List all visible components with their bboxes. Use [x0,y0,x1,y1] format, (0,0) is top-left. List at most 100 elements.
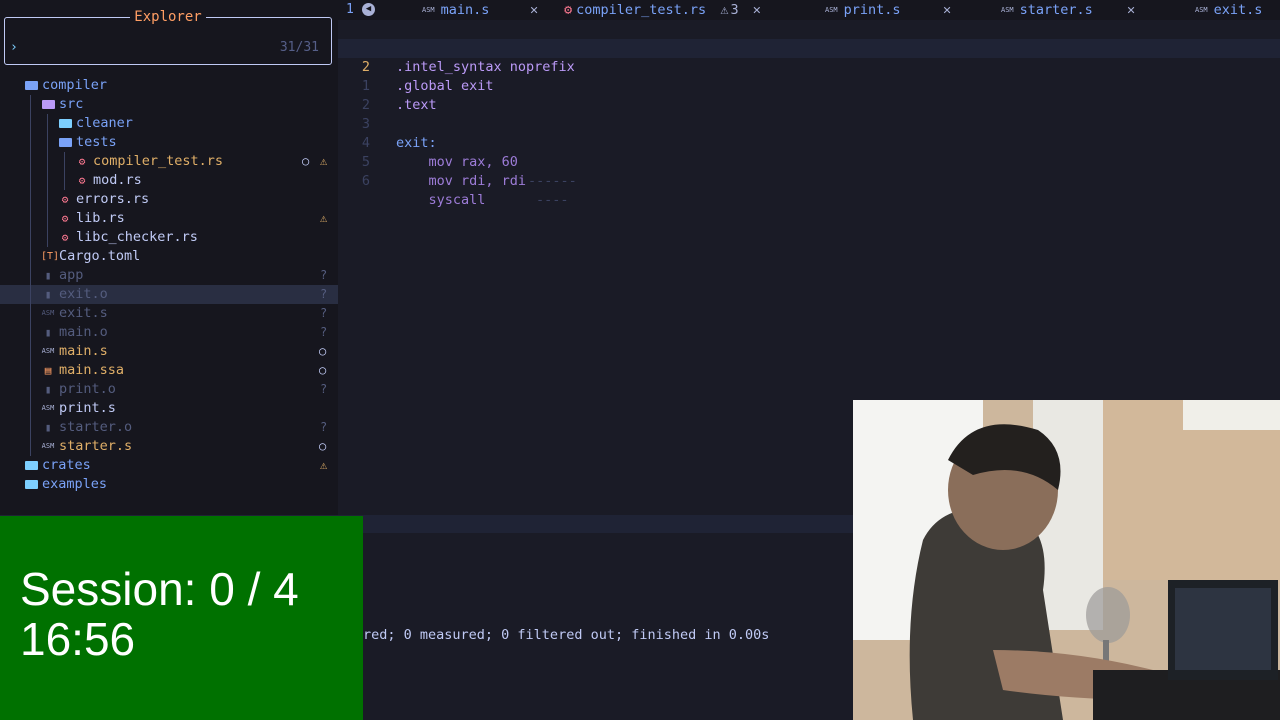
trailing-whitespace-marker: ---- [536,192,569,208]
line-number: 6 [361,173,370,189]
tree-item-compiler-test-rs[interactable]: ⚙ compiler_test.rs ○ ⚠ [0,152,338,171]
folder-open-icon [58,133,72,153]
warning-icon: ⚠ [320,458,328,472]
rust-file-icon: ⚙ [78,155,86,168]
code-text: syscall [396,192,486,208]
code-line[interactable]: 5 mov rdi, rdi ---- [338,134,1280,208]
git-untracked-status: ? [320,325,328,339]
warning-icon: ⚠ [720,2,729,18]
asm-file-icon: ASM [825,6,838,14]
trailing-whitespace-marker: ------ [528,173,577,189]
explorer-search-box[interactable]: Explorer › 31/31 [4,9,332,65]
asm-file-icon: ASM [41,404,55,412]
diagnostic-count: 3 [730,2,739,18]
rust-file-icon: ⚙ [564,2,573,18]
file-icon: ▮ [44,421,52,434]
file-explorer: Explorer › 31/31 compiler src cleaner te… [0,0,338,515]
rust-file-icon: ⚙ [61,212,69,225]
tree-item-exit-s[interactable]: ASM exit.s ? [0,304,338,323]
close-icon[interactable]: ✕ [1127,0,1135,20]
tree-item-cargo-toml[interactable]: [T] Cargo.toml [0,247,338,266]
session-timer-overlay: Session: 0 / 4 16:56 [0,516,363,720]
git-modified-icon: ○ [302,154,310,168]
asm-file-icon: ASM [41,347,55,355]
prompt-chevron-icon: › [10,40,18,55]
tree-item-crates[interactable]: crates ⚠ [0,456,338,475]
code-line-current[interactable]: 2 .global exit [338,39,1280,94]
tree-item-tests[interactable]: tests [0,133,338,152]
tree-item-lib-rs[interactable]: ⚙ lib.rs ⚠ [0,209,338,228]
asm-file-icon: ASM [422,6,435,14]
tree-item-starter-s[interactable]: ASM starter.s ○ [0,437,338,456]
code-line[interactable]: 1 .text [338,58,1280,113]
asm-file-icon: ASM [41,442,55,450]
tree-item-app[interactable]: ▮ app ? [0,266,338,285]
file-icon: ▮ [44,269,52,282]
ssa-file-icon: ▤ [44,364,52,377]
tree-item-print-o[interactable]: ▮ print.o ? [0,380,338,399]
tree-item-exit-o[interactable]: ▮ exit.o ? [0,285,338,304]
file-icon: ▮ [44,383,52,396]
file-icon: ▮ [44,326,52,339]
file-icon: ▮ [44,288,52,301]
code-line[interactable]: 1 .intel_syntax noprefix [338,20,1280,75]
tree-item-main-o[interactable]: ▮ main.o ? [0,323,338,342]
close-icon[interactable]: ✕ [530,0,538,20]
rust-file-icon: ⚙ [61,231,69,244]
git-untracked-status: ? [320,420,328,434]
asm-file-icon: ASM [1195,6,1208,14]
asm-file-icon: ASM [41,309,55,317]
explorer-title: Explorer [130,9,206,25]
folder-icon [58,114,72,134]
terminal-output-line: red; 0 measured; 0 filtered out; finishe… [363,627,770,643]
code-text: mov rdi, rdi [396,173,527,189]
code-line[interactable]: 3 exit: [338,96,1280,151]
git-untracked-status: ? [320,382,328,396]
close-icon[interactable]: ✕ [753,2,761,18]
tab-main-s[interactable]: ASM main.s ✕ [422,0,538,20]
tab-bar: 1 ◀ ASM main.s ✕ ⚙ compiler_test.rs ⚠ 3 ✕ A… [338,0,1280,20]
session-counter: Session: 0 / 4 [20,563,299,615]
tree-item-cleaner[interactable]: cleaner [0,114,338,133]
code-line[interactable]: 2 [338,77,1280,113]
git-modified-icon: ○ [319,363,327,377]
code-line[interactable]: 6 syscall [338,153,1280,208]
git-untracked-status: ? [320,287,328,301]
tab-page-number: 1 [346,2,354,17]
close-icon[interactable]: ✕ [943,0,951,20]
git-modified-icon: ○ [319,439,327,453]
webcam-feed [853,400,1280,720]
session-time: 16:56 [20,613,136,665]
folder-icon [24,456,38,476]
rust-file-icon: ⚙ [78,174,86,187]
tree-item-examples[interactable]: examples [0,475,338,494]
tab-print-s[interactable]: ASM print.s ✕ [825,0,951,20]
warning-icon: ⚠ [320,154,328,168]
tab-compiler-test-rs[interactable]: ⚙ compiler_test.rs ⚠ 3 ✕ [564,0,761,20]
tree-item-libc-checker-rs[interactable]: ⚙ libc_checker.rs [0,228,338,247]
tab-starter-s[interactable]: ASM starter.s ✕ [1001,0,1135,20]
tab-exit-s[interactable]: ASM exit.s [1195,0,1262,20]
tree-item-starter-o[interactable]: ▮ starter.o ? [0,418,338,437]
tree-item-main-ssa[interactable]: ▤ main.ssa ○ [0,361,338,380]
folder-open-icon [24,76,38,96]
code-line[interactable]: 4 mov rax, 60 ------ [338,115,1280,189]
tree-item-mod-rs[interactable]: ⚙ mod.rs [0,171,338,190]
webcam-image [853,400,1280,720]
tree-item-compiler[interactable]: compiler [0,76,338,95]
tree-item-src[interactable]: src [0,95,338,114]
git-untracked-status: ? [320,306,328,320]
folder-src-icon [41,95,55,115]
folder-icon [24,475,38,495]
asm-file-icon: ASM [1001,6,1014,14]
tree-item-main-s[interactable]: ASM main.s ○ [0,342,338,361]
tree-item-print-s[interactable]: ASM print.s [0,399,338,418]
git-modified-icon: ○ [319,344,327,358]
file-tree: compiler src cleaner tests ⚙ compiler_te… [0,76,338,494]
git-untracked-status: ? [320,268,328,282]
back-arrow-icon[interactable]: ◀ [362,3,375,16]
tree-item-errors-rs[interactable]: ⚙ errors.rs [0,190,338,209]
warning-icon: ⚠ [320,211,328,225]
rust-file-icon: ⚙ [61,193,69,206]
toml-file-icon: [T] [41,251,60,262]
